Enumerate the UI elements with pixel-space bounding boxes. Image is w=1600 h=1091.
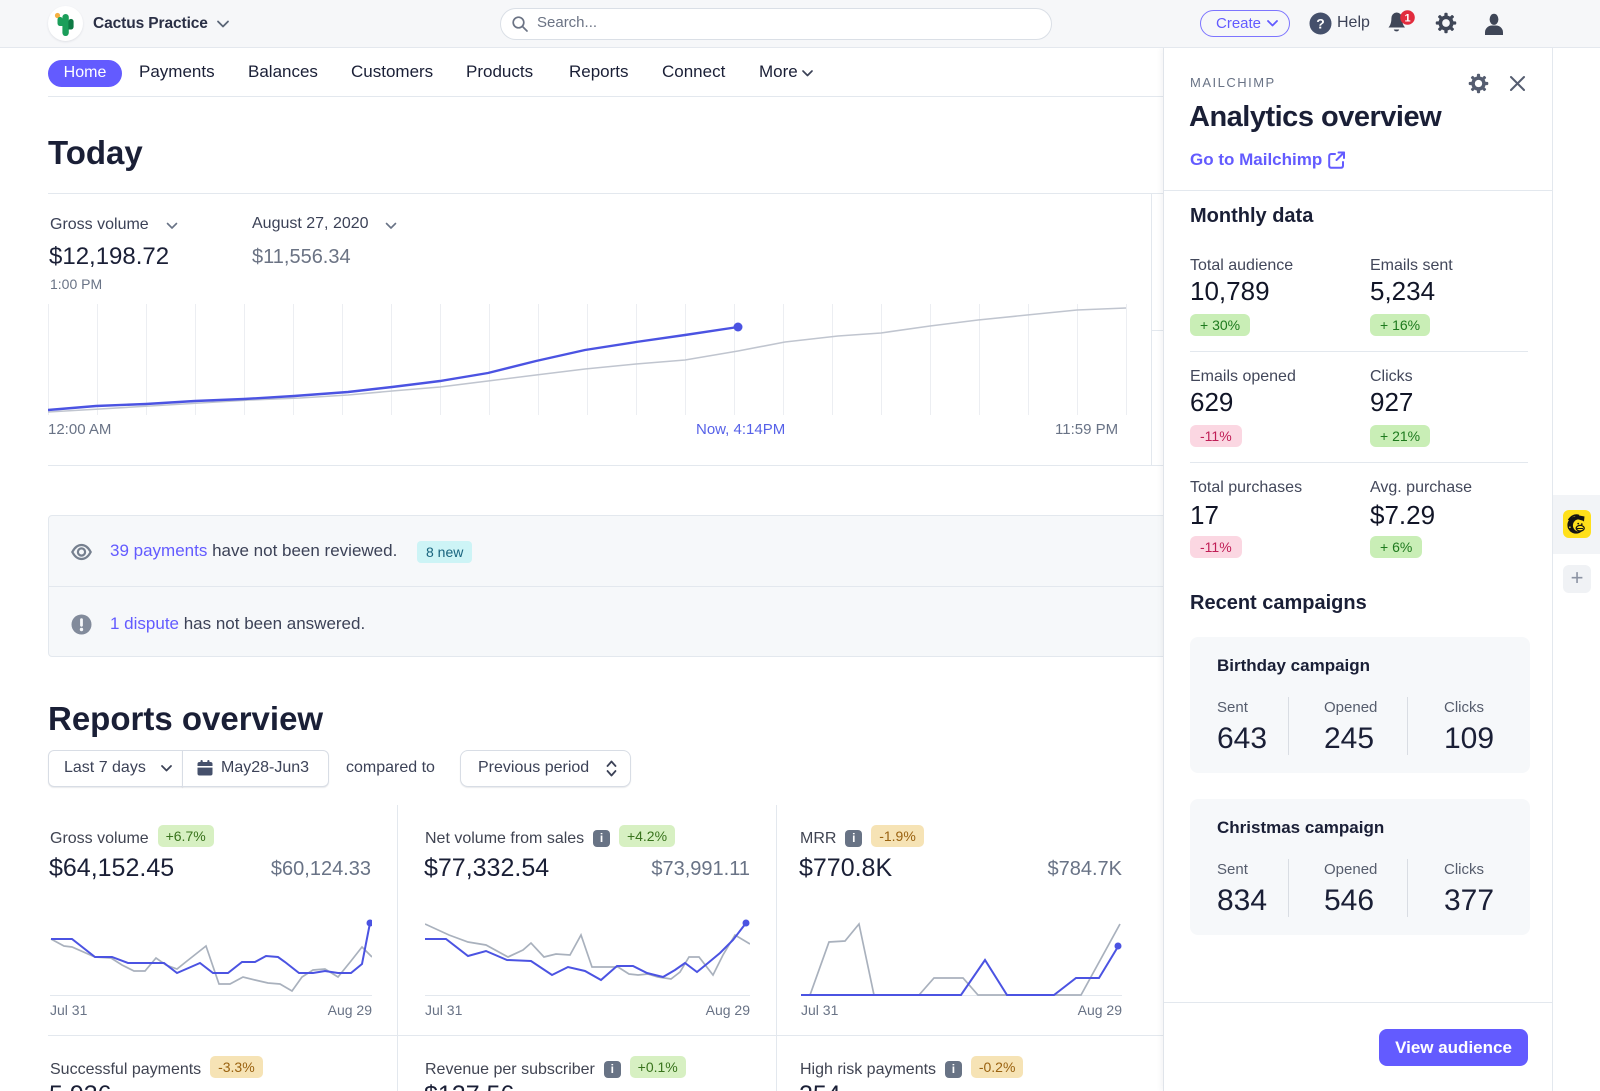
svg-text:1: 1: [1404, 13, 1410, 25]
svg-text:?: ?: [1316, 15, 1325, 31]
